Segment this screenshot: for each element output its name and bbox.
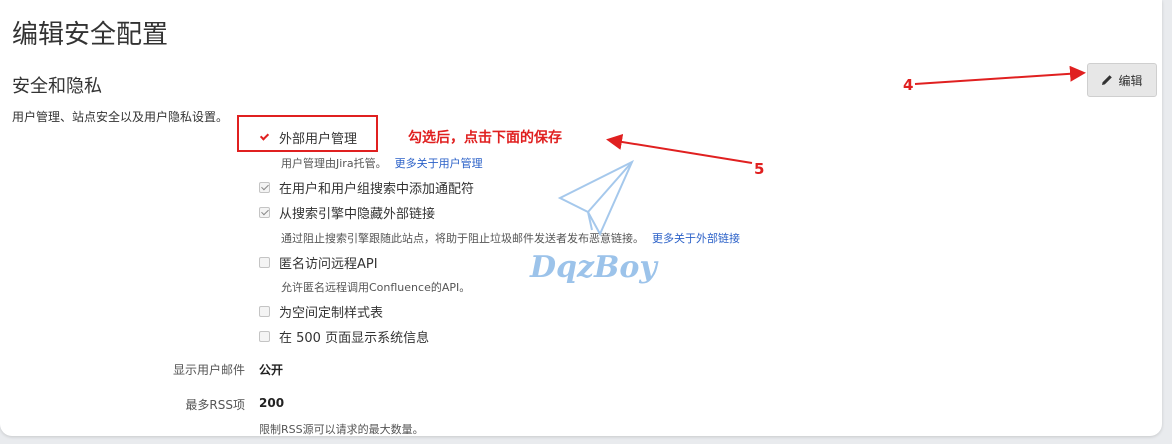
option-hint-user-management: 用户管理由Jira托管。 更多关于用户管理 [281,155,483,171]
more-external-links-link[interactable]: 更多关于外部链接 [652,232,740,245]
option-wildcard-search[interactable]: 在用户和用户组搜索中添加通配符 [259,178,474,197]
option-hint-external-links: 通过阻止搜索引擎跟随此站点，将助于阻止垃圾邮件发送者发布恶意链接。 更多关于外部链… [281,230,740,246]
rss-max-value: 200 [259,396,285,410]
option-hint-remote-api: 允许匿名远程调用Confluence的API。 [281,279,470,295]
highlight-box [237,115,378,152]
checkbox-custom-stylesheet[interactable] [259,306,270,317]
option-hint-text: 通过阻止搜索引擎跟随此站点，将助于阻止垃圾邮件发送者发布恶意链接。 [281,232,644,245]
option-label: 在 500 页面显示系统信息 [279,331,430,346]
option-anonymous-remote-api[interactable]: 匿名访问远程API [259,253,378,272]
option-hint-text: 允许匿名远程调用Confluence的API。 [281,281,471,294]
checkbox-hide-external-links[interactable] [259,207,270,218]
edit-button-label: 编辑 [1118,73,1143,88]
option-hide-external-links[interactable]: 从搜索引擎中隐藏外部链接 [259,203,435,222]
option-label: 匿名访问远程API [279,257,378,272]
more-user-management-link[interactable]: 更多关于用户管理 [395,157,483,170]
email-visibility-label: 显示用户邮件 [172,363,245,377]
checkbox-500-system-info[interactable] [259,331,270,342]
page-title: 编辑安全配置 [12,20,169,50]
checkbox-wildcard-search[interactable] [259,182,270,193]
rss-max-label: 最多RSS项 [185,398,245,412]
edit-button[interactable]: 编辑 [1087,63,1157,97]
option-label: 为空间定制样式表 [279,306,384,321]
option-custom-stylesheet[interactable]: 为空间定制样式表 [259,302,383,321]
checkbox-anonymous-remote-api[interactable] [259,257,270,268]
annotation-step-4: 4 [903,76,914,94]
annotation-note: 勾选后，点击下面的保存 [408,130,562,146]
option-500-system-info[interactable]: 在 500 页面显示系统信息 [259,327,429,346]
email-visibility-value: 公开 [259,363,284,377]
option-hint-text: 用户管理由Jira托管。 [281,157,387,170]
pencil-icon [1102,75,1113,85]
section-title: 安全和隐私 [12,76,102,97]
settings-card: 编辑安全配置 安全和隐私 用户管理、站点安全以及用户隐私设置。 编辑 外部用户管… [0,0,1162,436]
option-label: 在用户和用户组搜索中添加通配符 [279,182,475,197]
rss-max-description: 限制RSS源可以请求的最大数量。 [259,423,424,436]
annotation-step-5: 5 [754,160,765,178]
section-description: 用户管理、站点安全以及用户隐私设置。 [12,110,229,124]
option-label: 从搜索引擎中隐藏外部链接 [279,207,436,222]
watermark-text: DqzBoy [530,250,657,285]
